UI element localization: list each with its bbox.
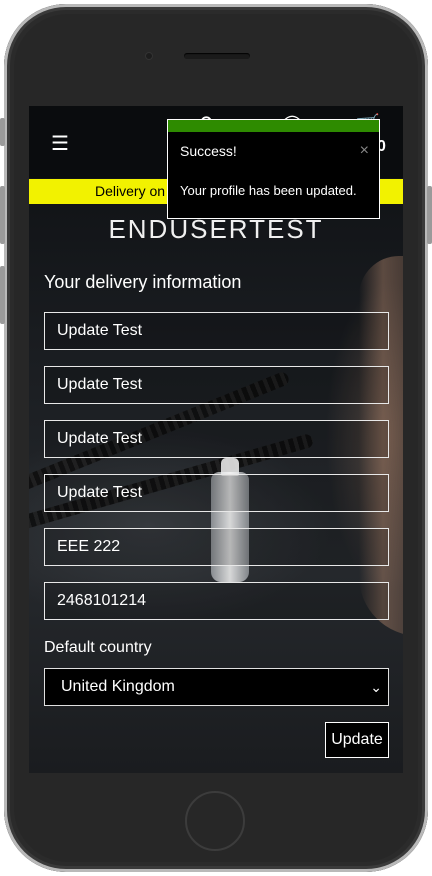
toast-accent-bar [168,120,379,132]
section-heading: Your delivery information [44,272,242,292]
close-icon[interactable]: × [360,142,369,160]
home-button[interactable] [185,791,245,851]
toast-title: Success! [180,143,237,159]
country-value: United Kingdom [61,678,175,695]
country-label: Default country [44,639,152,656]
toast-message: Your profile has been updated. [180,183,357,198]
delivery-field-2[interactable] [44,366,389,404]
side-button [0,266,5,324]
side-button [427,186,432,244]
side-button [0,118,5,146]
delivery-field-4[interactable] [44,474,389,512]
side-button [0,186,5,244]
chevron-down-icon: ⌄ [370,679,382,695]
delivery-field-3[interactable] [44,420,389,458]
country-select[interactable]: United Kingdom ⌄ [44,668,389,706]
update-button[interactable]: Update [325,722,389,758]
phone-number-field[interactable] [44,582,389,620]
camera-icon [146,53,152,59]
speaker-grille [184,53,250,59]
delivery-field-1[interactable] [44,312,389,350]
success-toast: Success! × Your profile has been updated… [167,119,380,219]
postcode-field[interactable] [44,528,389,566]
hamburger-icon[interactable]: ☰ [51,134,69,154]
